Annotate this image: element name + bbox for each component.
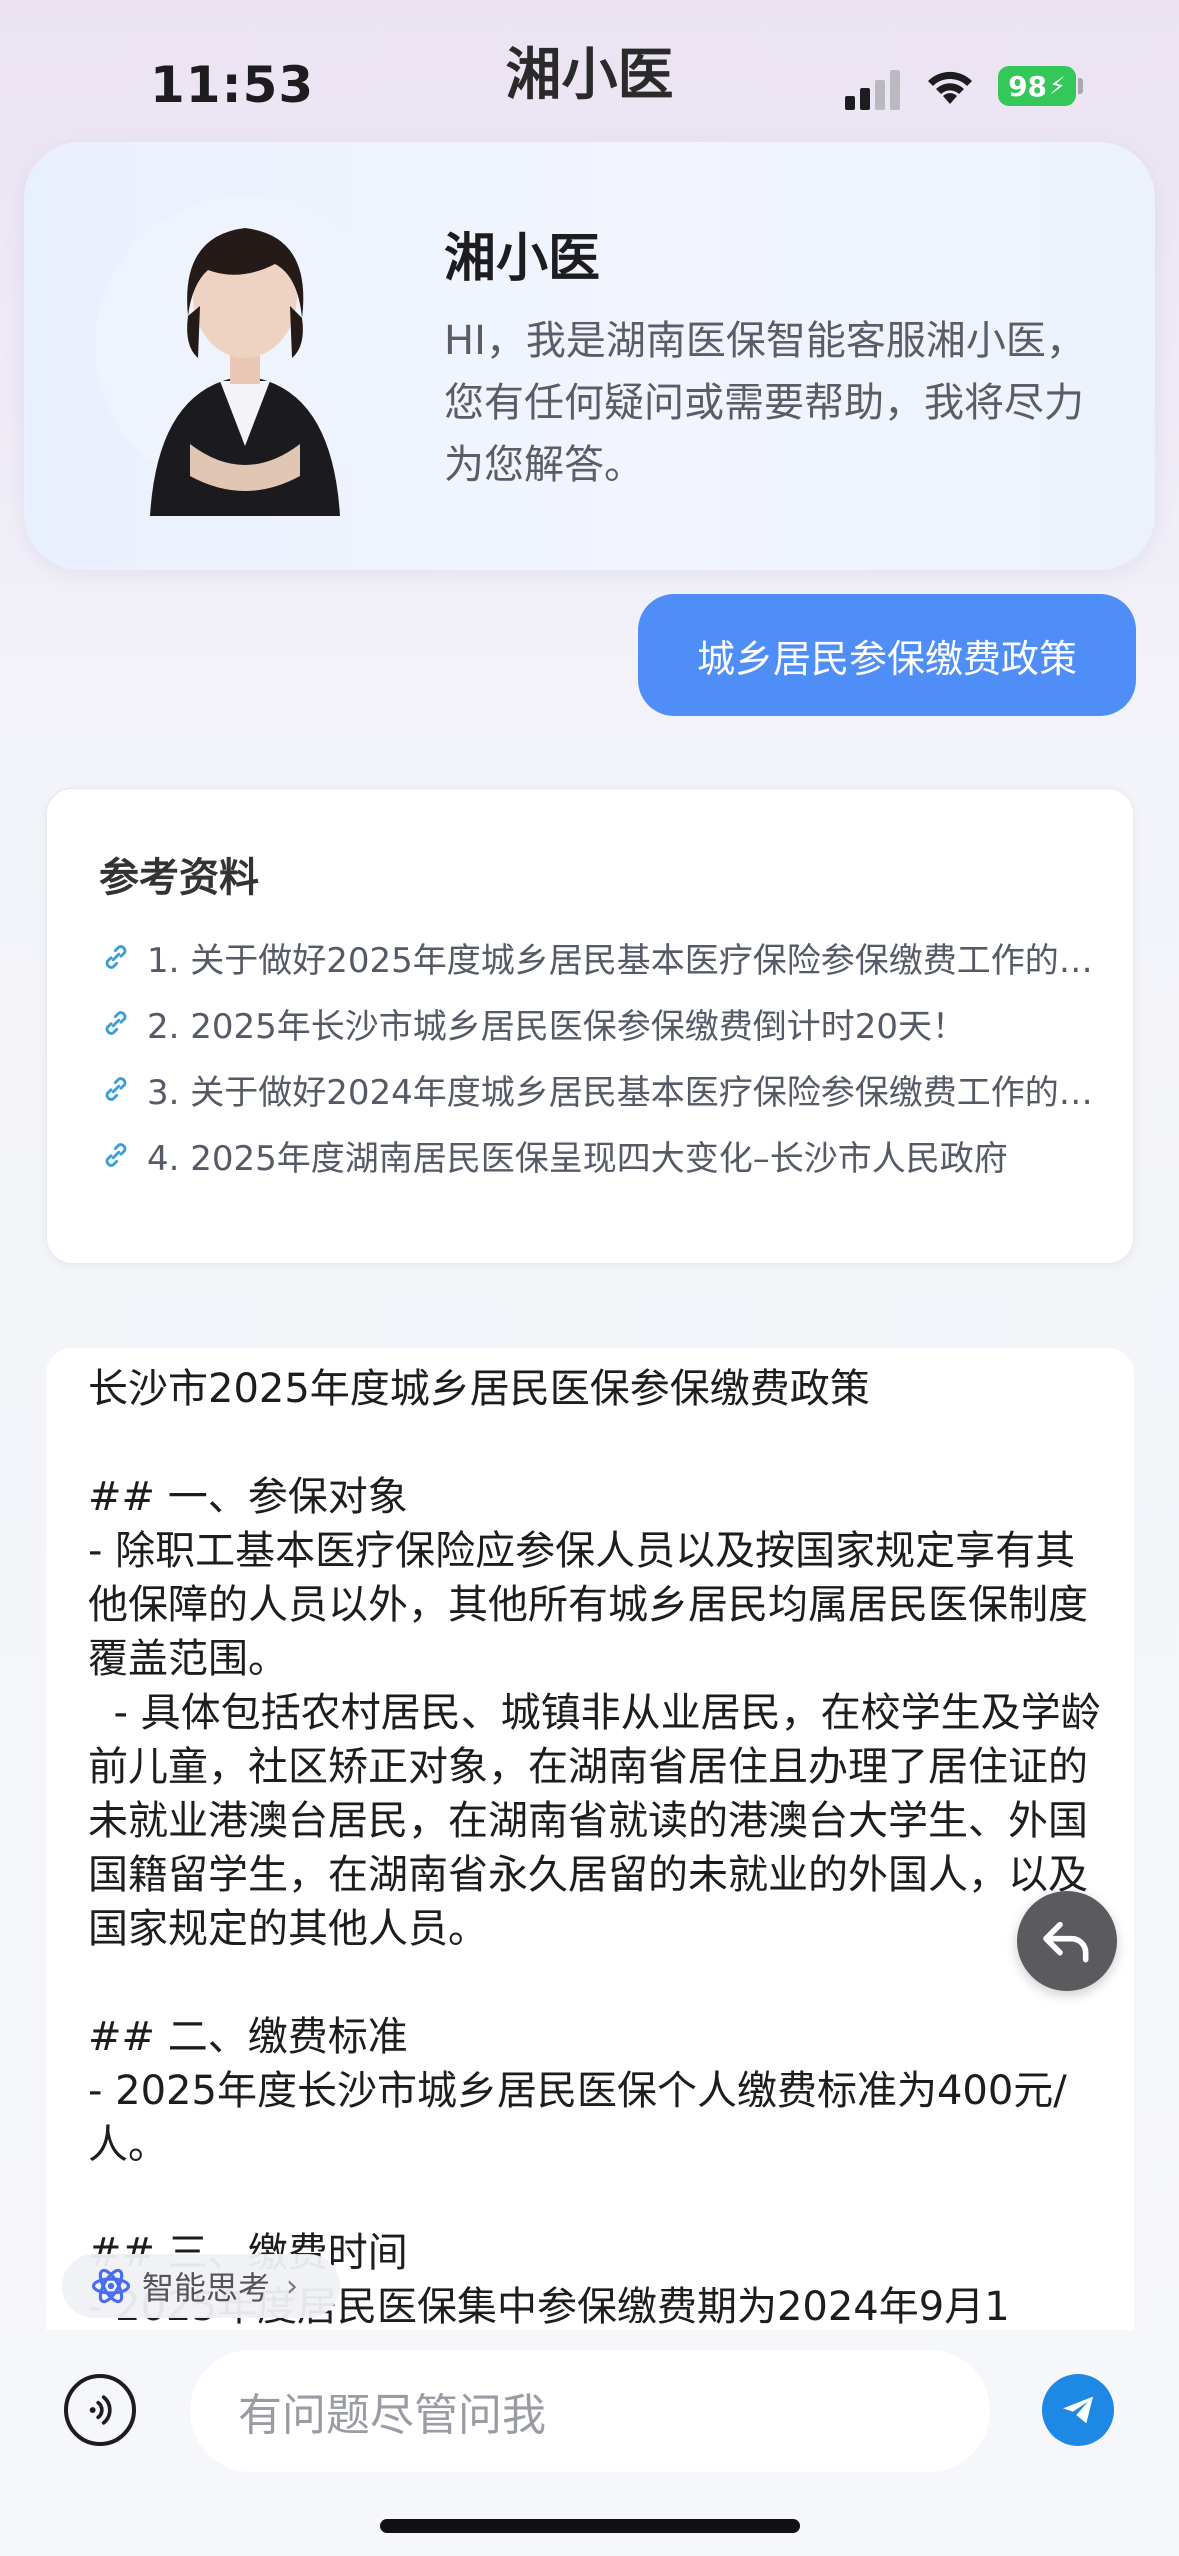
battery-cap (1078, 78, 1083, 94)
battery-icon: 98 ⚡ (998, 66, 1076, 106)
reply-back-button[interactable] (1017, 1891, 1117, 1991)
reference-title: 1. 关于做好2025年度城乡居民基本医疗保险参保缴费工作的通知 (147, 940, 1109, 981)
reference-title: 4. 2025年度湖南居民医保呈现四大变化–长沙市人民政府 (147, 1138, 1008, 1179)
assistant-intro-card: 湘小医 HI，我是湖南医保智能客服湘小医，您有任何疑问或需要帮助，我将尽力为您解… (24, 142, 1155, 570)
home-indicator (380, 2519, 800, 2533)
references-title: 参考资料 (99, 855, 259, 901)
assistant-greeting: HI，我是湖南医保智能客服湘小医，您有任何疑问或需要帮助，我将尽力为您解答。 (444, 318, 1086, 488)
send-button[interactable] (1042, 2374, 1114, 2446)
voice-input-button[interactable] (64, 2374, 136, 2446)
user-message-bubble: 城乡居民参保缴费政策 (638, 594, 1136, 716)
status-bar: 11:53 湘小医 98 ⚡ (0, 0, 1179, 140)
assistant-answer-card: 长沙市2025年度城乡居民医保参保缴费政策 ## 一、参保对象 - 除职工基本医… (46, 1348, 1134, 2348)
references-card: 参考资料 1. 关于做好2025年度城乡居民基本医疗保险参保缴费工作的通知 2.… (46, 788, 1134, 1264)
assistant-avatar (95, 196, 395, 516)
smart-thinking-label: 智能思考 (142, 2269, 271, 2307)
assistant-name: 湘小医 (444, 229, 601, 289)
link-icon (105, 1143, 127, 1167)
reference-link[interactable]: 4. 2025年度湖南居民医保呈现四大变化–长沙市人民政府 (99, 1125, 1109, 1185)
smart-thinking-toggle[interactable]: 智能思考 › (62, 2254, 340, 2318)
chevron-right-icon: › (286, 2268, 299, 2304)
assistant-answer-text: 长沙市2025年度城乡居民医保参保缴费政策 ## 一、参保对象 - 除职工基本医… (88, 1366, 1101, 2330)
link-icon (105, 945, 127, 969)
chat-input[interactable]: 有问题尽管问我 (190, 2350, 990, 2472)
paper-plane-icon (1063, 2396, 1093, 2424)
reference-link[interactable]: 3. 关于做好2024年度城乡居民基本医疗保险参保缴费工作的通知 (99, 1059, 1109, 1119)
battery-level: 98 (1008, 69, 1048, 103)
link-icon (105, 1011, 127, 1035)
reference-title: 2. 2025年长沙市城乡居民医保参保缴费倒计时20天！ (147, 1006, 967, 1047)
cellular-signal-icon (845, 68, 905, 110)
link-icon (105, 1077, 127, 1101)
chat-input-placeholder: 有问题尽管问我 (238, 2390, 546, 2441)
reference-link[interactable]: 2. 2025年长沙市城乡居民医保参保缴费倒计时20天！ (99, 993, 1109, 1053)
wifi-icon (928, 71, 972, 104)
sound-wave-icon (89, 2395, 112, 2425)
reference-title: 3. 关于做好2024年度城乡居民基本医疗保险参保缴费工作的通知 (147, 1072, 1109, 1113)
atom-icon (91, 2268, 131, 2304)
reference-link[interactable]: 1. 关于做好2025年度城乡居民基本医疗保险参保缴费工作的通知 (99, 927, 1109, 987)
reply-arrow-icon (1043, 1921, 1089, 1963)
